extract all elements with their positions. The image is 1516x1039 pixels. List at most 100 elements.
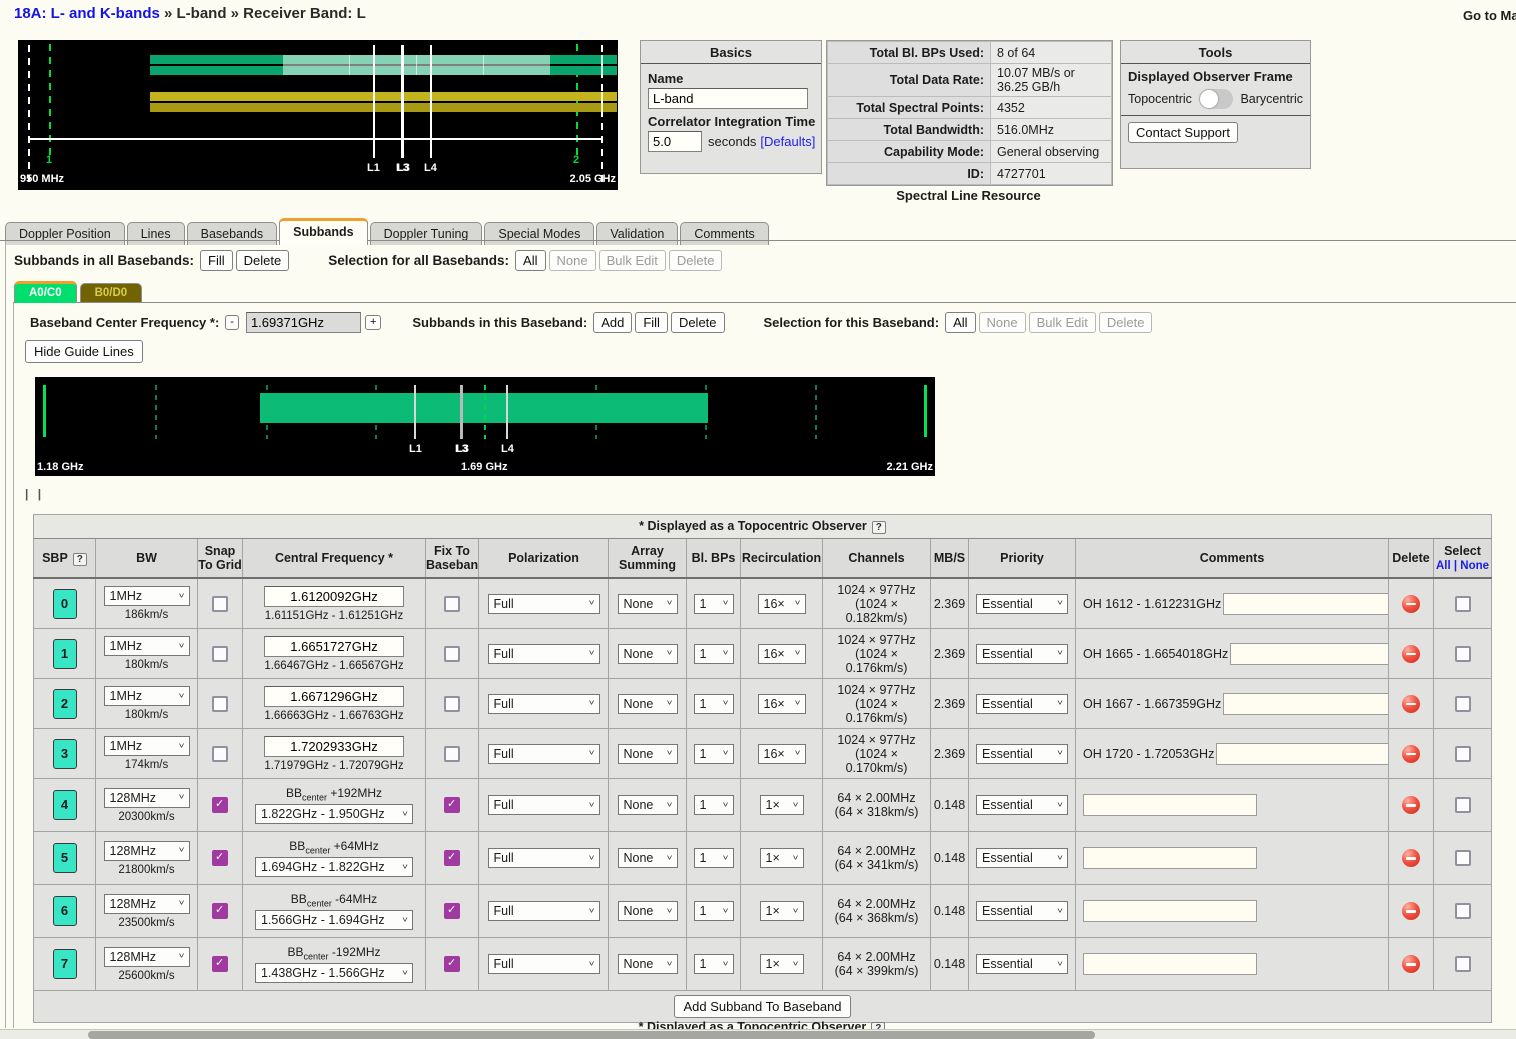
fill-all-button[interactable]: Fill xyxy=(200,250,233,271)
recirculation-select[interactable]: 1×˅ xyxy=(760,954,804,974)
delete-subband-icon[interactable] xyxy=(1402,645,1420,663)
delete-subbands-button[interactable]: Delete xyxy=(671,312,725,333)
priority-select[interactable]: Essential˅ xyxy=(976,901,1068,921)
toggle-knob[interactable] xyxy=(1200,90,1218,108)
bl-bps-select[interactable]: 1˅ xyxy=(694,694,734,714)
frequency-increment-button[interactable]: + xyxy=(365,315,381,330)
select-row-checkbox[interactable] xyxy=(1455,797,1471,813)
bw-select[interactable]: 1MHz˅ xyxy=(104,686,190,706)
delete-subband-icon[interactable] xyxy=(1402,796,1420,814)
bw-select[interactable]: 128MHz˅ xyxy=(104,788,190,808)
sbp-number-button[interactable]: 5 xyxy=(53,843,77,873)
select-row-checkbox[interactable] xyxy=(1455,596,1471,612)
snap-to-grid-checkbox[interactable] xyxy=(212,797,228,813)
array-summing-select[interactable]: None˅ xyxy=(618,848,678,868)
central-frequency-select[interactable]: 1.566GHz - 1.694GHz˅ xyxy=(255,910,413,930)
fix-to-baseband-checkbox[interactable] xyxy=(444,903,460,919)
fix-to-baseband-checkbox[interactable] xyxy=(444,956,460,972)
bl-bps-select[interactable]: 1˅ xyxy=(694,644,734,664)
array-summing-select[interactable]: None˅ xyxy=(618,901,678,921)
tab-special-modes[interactable]: Special Modes xyxy=(484,222,594,245)
polarization-select[interactable]: Full˅ xyxy=(488,694,600,714)
bl-bps-select[interactable]: 1˅ xyxy=(694,594,734,614)
snap-to-grid-checkbox[interactable] xyxy=(212,956,228,972)
breadcrumb-project-link[interactable]: 18A: L- and K-bands xyxy=(14,5,160,22)
priority-select[interactable]: Essential˅ xyxy=(976,744,1068,764)
add-subband-to-baseband-button[interactable]: Add Subband To Baseband xyxy=(674,995,850,1018)
sbp-number-button[interactable]: 2 xyxy=(53,689,77,719)
snap-to-grid-checkbox[interactable] xyxy=(212,646,228,662)
bulk-edit-this-button[interactable]: Bulk Edit xyxy=(1029,312,1096,333)
central-frequency-input[interactable] xyxy=(264,736,404,757)
sbp-number-button[interactable]: 7 xyxy=(53,949,77,979)
delete-subband-icon[interactable] xyxy=(1402,745,1420,763)
tab-doppler-position[interactable]: Doppler Position xyxy=(5,222,125,245)
central-frequency-input[interactable] xyxy=(264,586,404,607)
delete-subband-icon[interactable] xyxy=(1402,695,1420,713)
snap-to-grid-checkbox[interactable] xyxy=(212,696,228,712)
polarization-select[interactable]: Full˅ xyxy=(488,594,600,614)
select-row-checkbox[interactable] xyxy=(1455,850,1471,866)
select-row-checkbox[interactable] xyxy=(1455,646,1471,662)
sbp-number-button[interactable]: 6 xyxy=(53,896,77,926)
snap-to-grid-checkbox[interactable] xyxy=(212,746,228,762)
priority-select[interactable]: Essential˅ xyxy=(976,594,1068,614)
comment-input[interactable] xyxy=(1083,794,1257,816)
help-icon[interactable]: ? xyxy=(73,553,87,566)
fix-to-baseband-checkbox[interactable] xyxy=(444,797,460,813)
select-none-link[interactable]: None xyxy=(1460,560,1489,572)
bw-select[interactable]: 1MHz˅ xyxy=(104,636,190,656)
central-frequency-input[interactable] xyxy=(264,686,404,707)
recirculation-select[interactable]: 1×˅ xyxy=(760,795,804,815)
tab-lines[interactable]: Lines xyxy=(127,222,185,245)
snap-to-grid-checkbox[interactable] xyxy=(212,903,228,919)
comment-input[interactable] xyxy=(1083,900,1257,922)
bl-bps-select[interactable]: 1˅ xyxy=(694,954,734,974)
fix-to-baseband-checkbox[interactable] xyxy=(444,646,460,662)
add-subband-button[interactable]: Add xyxy=(593,312,632,333)
fix-to-baseband-checkbox[interactable] xyxy=(444,696,460,712)
delete-subband-icon[interactable] xyxy=(1402,595,1420,613)
central-frequency-select[interactable]: 1.694GHz - 1.822GHz˅ xyxy=(255,857,413,877)
recirculation-select[interactable]: 16×˅ xyxy=(758,594,806,614)
select-row-checkbox[interactable] xyxy=(1455,746,1471,762)
horizontal-scrollbar[interactable] xyxy=(0,1029,1516,1039)
cit-input[interactable] xyxy=(648,131,702,152)
select-row-checkbox[interactable] xyxy=(1455,903,1471,919)
priority-select[interactable]: Essential˅ xyxy=(976,694,1068,714)
array-summing-select[interactable]: None˅ xyxy=(618,694,678,714)
comment-input[interactable] xyxy=(1230,643,1388,665)
fix-to-baseband-checkbox[interactable] xyxy=(444,850,460,866)
frequency-decrement-button[interactable]: - xyxy=(225,315,239,330)
bl-bps-select[interactable]: 1˅ xyxy=(694,848,734,868)
polarization-select[interactable]: Full˅ xyxy=(488,954,600,974)
comment-input[interactable] xyxy=(1223,693,1388,715)
name-input[interactable] xyxy=(648,88,808,109)
snap-to-grid-checkbox[interactable] xyxy=(212,850,228,866)
delete-subband-icon[interactable] xyxy=(1402,902,1420,920)
sbp-number-button[interactable]: 1 xyxy=(53,639,77,669)
recirculation-select[interactable]: 16×˅ xyxy=(758,644,806,664)
sbp-number-button[interactable]: 3 xyxy=(53,739,77,769)
snap-to-grid-checkbox[interactable] xyxy=(212,596,228,612)
central-frequency-select[interactable]: 1.822GHz - 1.950GHz˅ xyxy=(255,804,413,824)
polarization-select[interactable]: Full˅ xyxy=(488,644,600,664)
comment-input[interactable] xyxy=(1083,847,1257,869)
go-to-link[interactable]: Go to Ma xyxy=(1463,8,1516,23)
delete-subband-icon[interactable] xyxy=(1402,955,1420,973)
delete-selected-this-button[interactable]: Delete xyxy=(1099,312,1153,333)
tab-comments[interactable]: Comments xyxy=(680,222,768,245)
select-none-this-button[interactable]: None xyxy=(979,312,1026,333)
fill-subbands-button[interactable]: Fill xyxy=(635,312,668,333)
sbp-number-button[interactable]: 0 xyxy=(53,589,77,619)
priority-select[interactable]: Essential˅ xyxy=(976,644,1068,664)
select-all-this-button[interactable]: All xyxy=(945,312,975,333)
tab-basebands[interactable]: Basebands xyxy=(187,222,278,245)
delete-subband-icon[interactable] xyxy=(1402,849,1420,867)
select-row-checkbox[interactable] xyxy=(1455,956,1471,972)
observer-frame-toggle[interactable] xyxy=(1199,89,1234,109)
recirculation-select[interactable]: 1×˅ xyxy=(760,901,804,921)
contact-support-button[interactable]: Contact Support xyxy=(1128,122,1238,143)
polarization-select[interactable]: Full˅ xyxy=(488,795,600,815)
select-row-checkbox[interactable] xyxy=(1455,696,1471,712)
